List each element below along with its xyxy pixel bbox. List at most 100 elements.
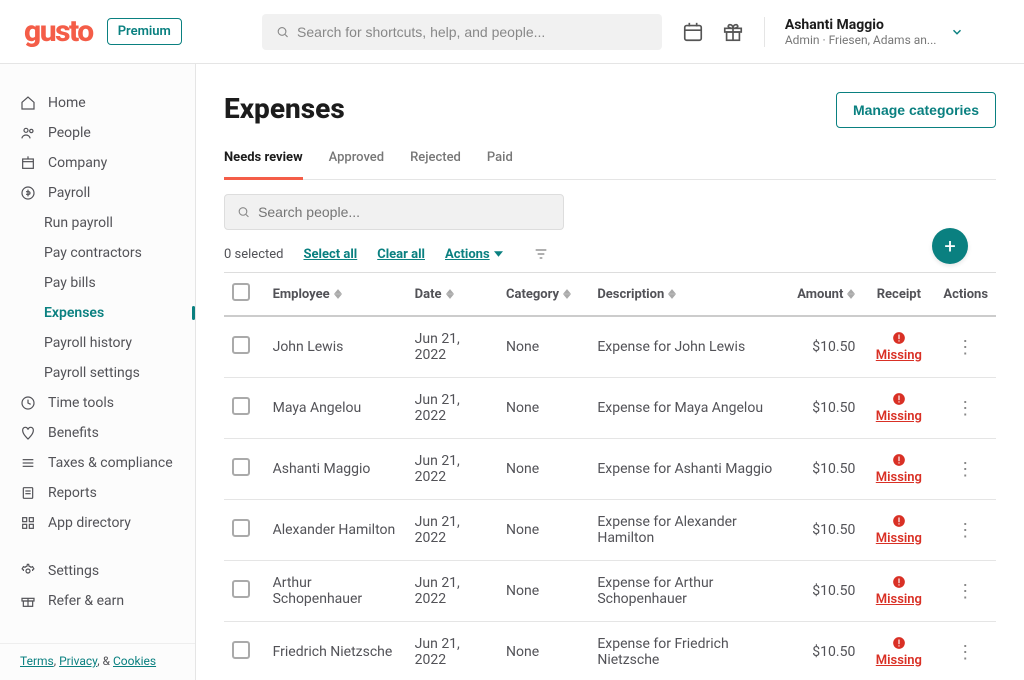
sort-icon[interactable] xyxy=(334,289,342,299)
cell-amount: $10.50 xyxy=(782,561,863,622)
receipt-missing-link[interactable]: Missing xyxy=(876,409,922,424)
sidebar-item-payroll-history[interactable]: Payroll history xyxy=(0,328,195,358)
cell-date: Jun 21, 2022 xyxy=(407,622,498,680)
actions-dropdown[interactable]: Actions xyxy=(445,247,503,262)
cell-amount: $10.50 xyxy=(782,500,863,561)
row-actions-menu[interactable]: ⋮ xyxy=(956,459,974,480)
calendar-icon[interactable] xyxy=(682,21,704,43)
sidebar-item-people[interactable]: People xyxy=(0,118,195,148)
search-icon xyxy=(276,25,289,39)
receipt-missing-link[interactable]: Missing xyxy=(876,653,922,668)
row-checkbox[interactable] xyxy=(232,580,250,598)
receipt-missing-link[interactable]: Missing xyxy=(876,348,922,363)
sidebar-item-company[interactable]: Company xyxy=(0,148,195,178)
page-title: Expenses xyxy=(224,92,345,125)
manage-categories-button[interactable]: Manage categories xyxy=(836,92,996,128)
add-expense-button[interactable]: + xyxy=(932,228,968,264)
search-icon xyxy=(237,205,250,219)
col-receipt: Receipt xyxy=(877,287,921,302)
sidebar-item-label: Company xyxy=(48,155,107,171)
gift-icon[interactable] xyxy=(722,21,744,43)
sidebar-item-time-tools[interactable]: Time tools xyxy=(0,388,195,418)
sidebar-item-refer-earn[interactable]: Refer & earn xyxy=(0,586,195,616)
cell-description: Expense for John Lewis xyxy=(589,316,782,378)
tab-rejected[interactable]: Rejected xyxy=(410,140,461,179)
sidebar-item-payroll[interactable]: Payroll xyxy=(0,178,195,208)
sidebar-item-label: Home xyxy=(48,95,86,111)
cell-date: Jun 21, 2022 xyxy=(407,316,498,378)
tab-approved[interactable]: Approved xyxy=(329,140,385,179)
people-search[interactable] xyxy=(224,194,564,230)
cell-employee: Maya Angelou xyxy=(265,378,407,439)
sort-icon[interactable] xyxy=(446,289,454,299)
row-checkbox[interactable] xyxy=(232,519,250,537)
cell-date: Jun 21, 2022 xyxy=(407,561,498,622)
alert-icon xyxy=(871,453,926,467)
col-date[interactable]: Date xyxy=(415,287,442,302)
clear-all-link[interactable]: Clear all xyxy=(377,247,425,262)
sidebar-item-taxes-compliance[interactable]: Taxes & compliance xyxy=(0,448,195,478)
row-actions-menu[interactable]: ⋮ xyxy=(956,398,974,419)
user-name: Ashanti Maggio xyxy=(785,17,937,33)
col-employee[interactable]: Employee xyxy=(273,287,330,302)
receipt-missing-link[interactable]: Missing xyxy=(876,531,922,546)
row-actions-menu[interactable]: ⋮ xyxy=(956,581,974,602)
cell-description: Expense for Ashanti Maggio xyxy=(589,439,782,500)
footer-links: Terms, Privacy, & Cookies xyxy=(0,643,195,680)
receipt-missing-link[interactable]: Missing xyxy=(876,470,922,485)
table-row: Ashanti Maggio Jun 21, 2022 None Expense… xyxy=(224,439,996,500)
alert-icon xyxy=(871,331,926,345)
logo: gusto xyxy=(24,14,93,49)
cell-employee: Friedrich Nietzsche xyxy=(265,622,407,680)
terms-link[interactable]: Terms xyxy=(20,654,54,668)
cell-employee: Alexander Hamilton xyxy=(265,500,407,561)
select-all-link[interactable]: Select all xyxy=(303,247,357,262)
sidebar-item-settings[interactable]: Settings xyxy=(0,556,195,586)
sidebar-item-home[interactable]: Home xyxy=(0,88,195,118)
row-actions-menu[interactable]: ⋮ xyxy=(956,520,974,541)
people-search-input[interactable] xyxy=(258,204,551,220)
caret-down-icon xyxy=(494,251,503,257)
sidebar-item-pay-contractors[interactable]: Pay contractors xyxy=(0,238,195,268)
cell-employee: Ashanti Maggio xyxy=(265,439,407,500)
main-content: Expenses Manage categories Needs review A… xyxy=(196,64,1024,680)
col-amount[interactable]: Amount xyxy=(797,287,843,302)
topbar: gusto Premium Ashanti Maggio Admin · Fri… xyxy=(0,0,1024,64)
top-icons xyxy=(682,21,744,43)
sidebar-item-pay-bills[interactable]: Pay bills xyxy=(0,268,195,298)
sort-icon[interactable] xyxy=(563,289,571,299)
tab-paid[interactable]: Paid xyxy=(487,140,513,179)
sidebar-item-label: Settings xyxy=(48,563,99,579)
global-search[interactable] xyxy=(262,14,662,50)
receipt-missing-link[interactable]: Missing xyxy=(876,592,922,607)
privacy-link[interactable]: Privacy xyxy=(59,654,97,668)
user-menu[interactable]: Ashanti Maggio Admin · Friesen, Adams an… xyxy=(764,17,964,47)
sidebar-item-expenses[interactable]: Expenses xyxy=(0,298,195,328)
global-search-input[interactable] xyxy=(297,24,648,40)
sidebar-item-run-payroll[interactable]: Run payroll xyxy=(0,208,195,238)
cell-date: Jun 21, 2022 xyxy=(407,500,498,561)
sidebar-item-app-directory[interactable]: App directory xyxy=(0,508,195,538)
filter-icon[interactable] xyxy=(533,246,549,262)
premium-badge[interactable]: Premium xyxy=(107,18,182,45)
select-all-checkbox[interactable] xyxy=(232,283,250,301)
cookies-link[interactable]: Cookies xyxy=(113,654,156,668)
expenses-table: Employee Date Category Description Amoun… xyxy=(224,272,996,680)
row-checkbox[interactable] xyxy=(232,641,250,659)
sidebar-item-payroll-settings[interactable]: Payroll settings xyxy=(0,358,195,388)
sidebar-item-label: Taxes & compliance xyxy=(48,455,173,471)
tab-needs-review[interactable]: Needs review xyxy=(224,140,303,180)
row-actions-menu[interactable]: ⋮ xyxy=(956,337,974,358)
col-description[interactable]: Description xyxy=(597,287,664,302)
sort-icon[interactable] xyxy=(668,289,676,299)
alert-icon xyxy=(871,575,926,589)
cell-description: Expense for Arthur Schopenhauer xyxy=(589,561,782,622)
row-checkbox[interactable] xyxy=(232,336,250,354)
col-category[interactable]: Category xyxy=(506,287,559,302)
row-checkbox[interactable] xyxy=(232,458,250,476)
sidebar-item-reports[interactable]: Reports xyxy=(0,478,195,508)
sort-icon[interactable] xyxy=(847,289,855,299)
row-checkbox[interactable] xyxy=(232,397,250,415)
sidebar-item-benefits[interactable]: Benefits xyxy=(0,418,195,448)
row-actions-menu[interactable]: ⋮ xyxy=(956,642,974,663)
